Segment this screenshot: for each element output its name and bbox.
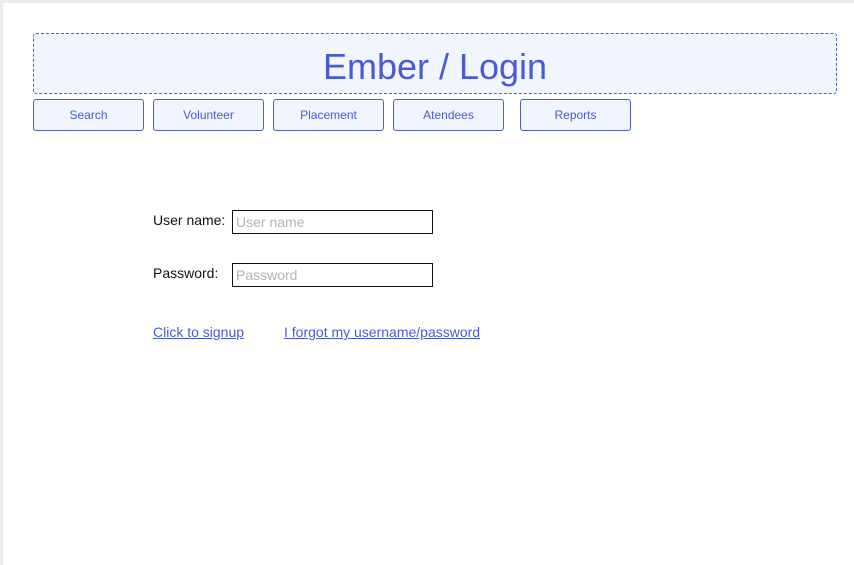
username-input[interactable]: [232, 210, 433, 234]
nav-search-button[interactable]: Search: [33, 99, 144, 131]
nav-reports-button[interactable]: Reports: [520, 99, 631, 131]
page-title: Ember / Login: [322, 45, 548, 87]
password-input[interactable]: [232, 263, 433, 287]
forgot-credentials-link[interactable]: I forgot my username/password: [284, 324, 480, 340]
username-label: User name:: [153, 212, 226, 228]
page-header: Ember / Login: [33, 33, 837, 94]
password-label: Password:: [153, 265, 219, 281]
signup-link[interactable]: Click to signup: [153, 324, 244, 340]
page: Ember / Login Search Volunteer Placement…: [0, 0, 854, 565]
nav-volunteer-button[interactable]: Volunteer: [153, 99, 264, 131]
nav-placement-button[interactable]: Placement: [273, 99, 384, 131]
nav-atendees-button[interactable]: Atendees: [393, 99, 504, 131]
